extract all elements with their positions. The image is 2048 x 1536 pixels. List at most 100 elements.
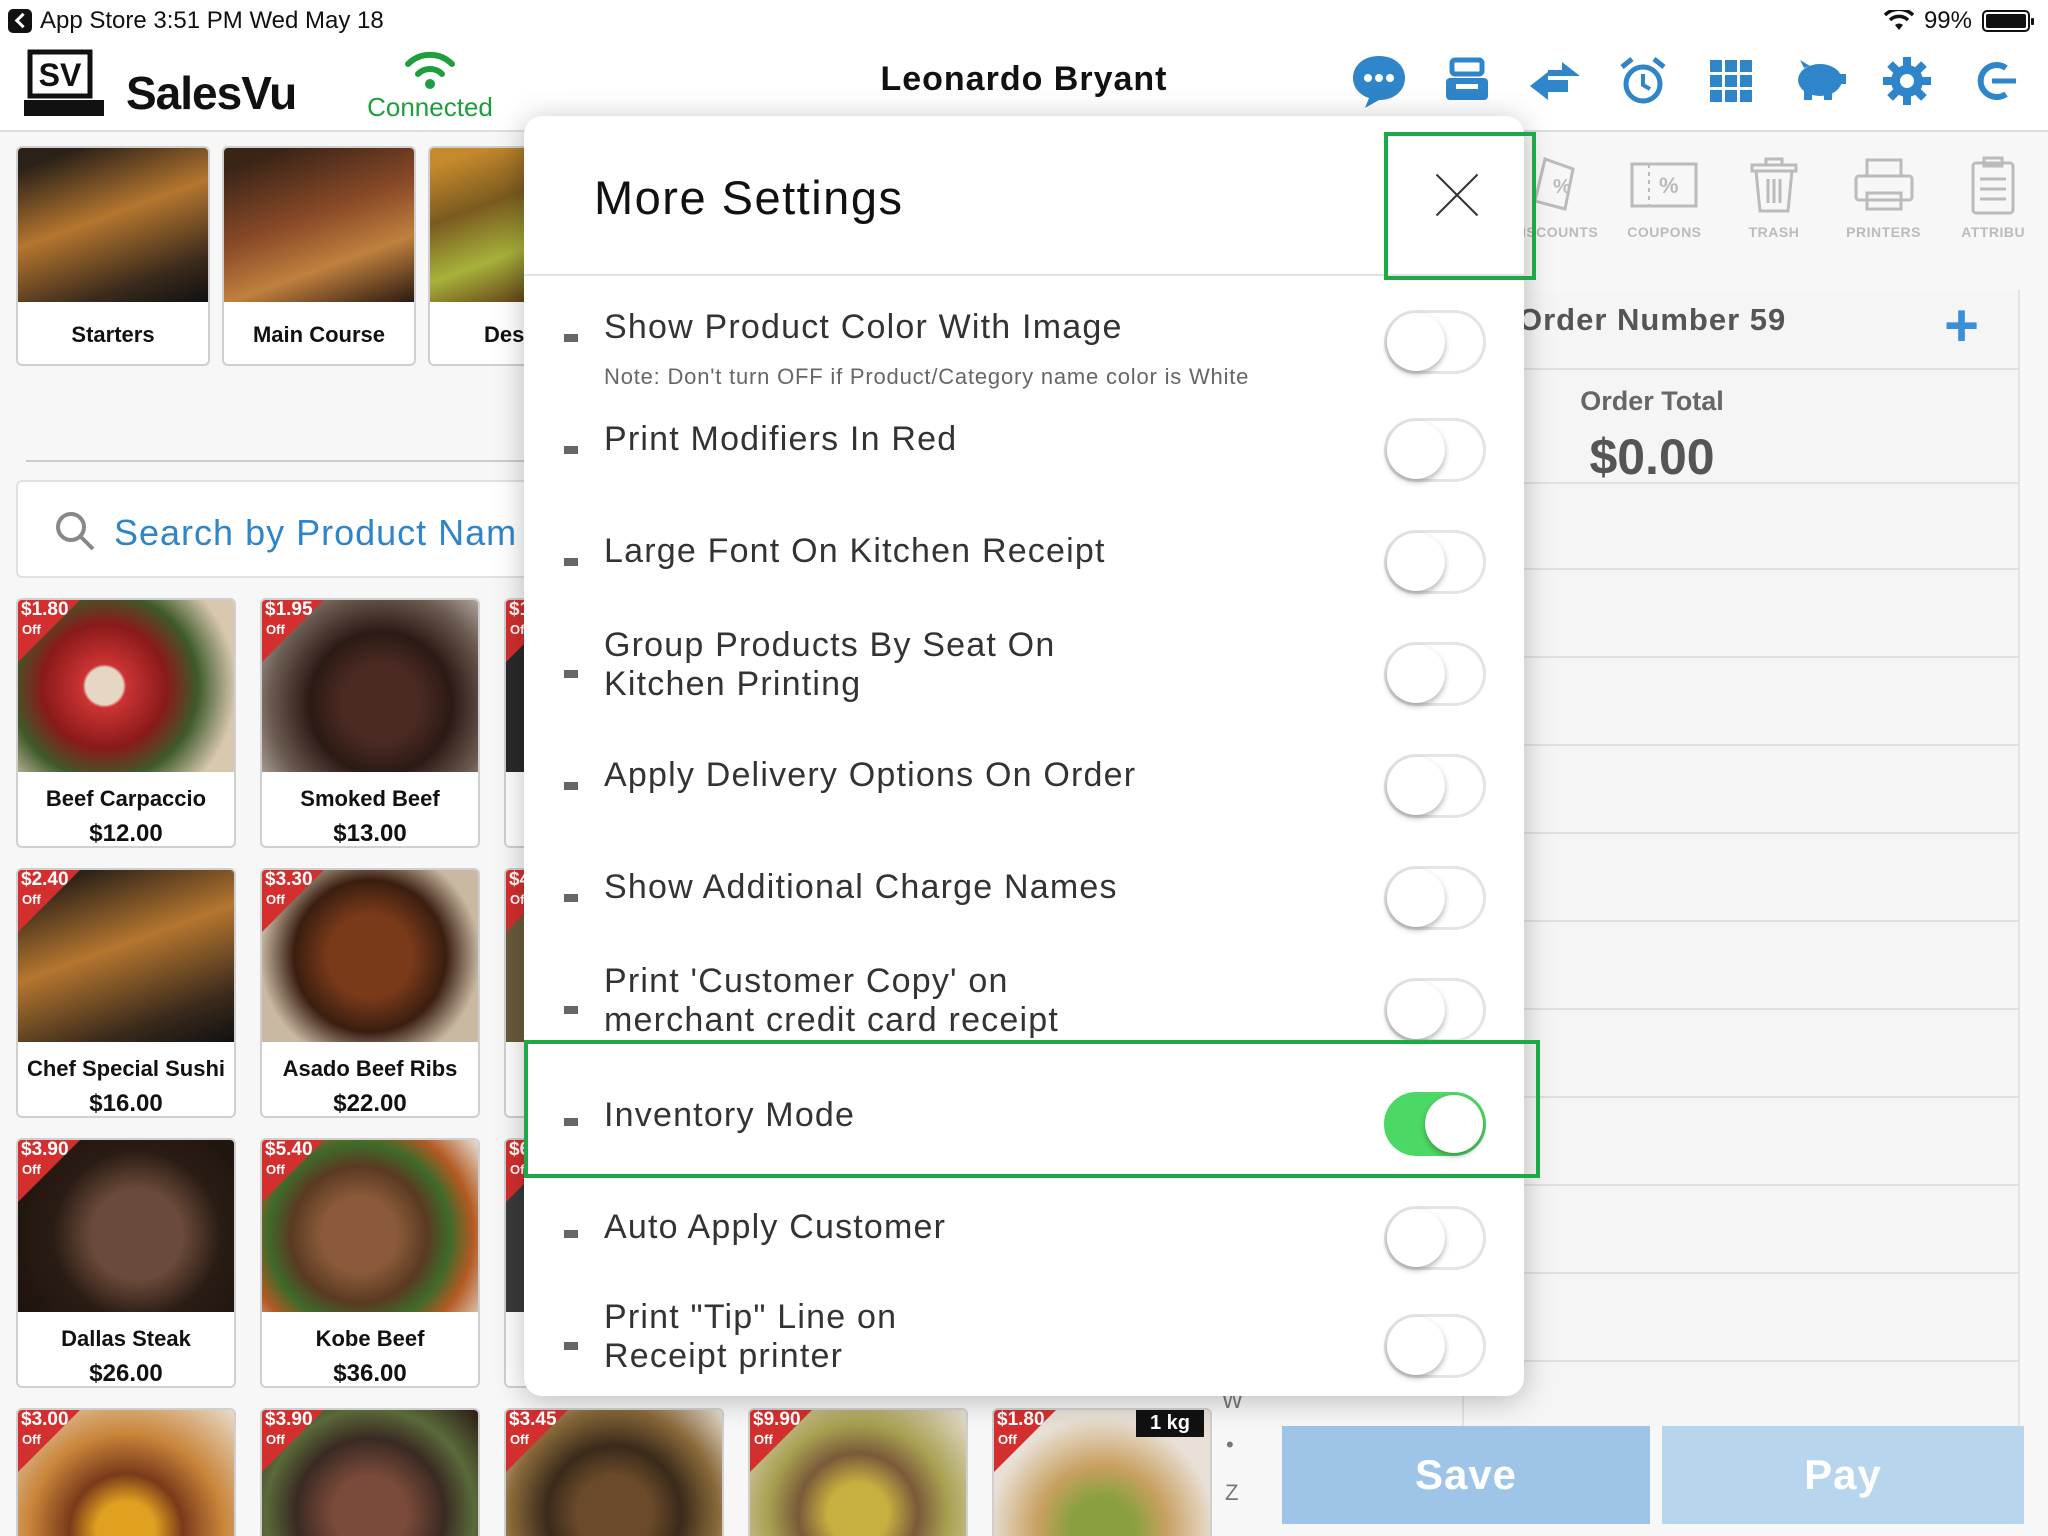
weight-badge: 1 kg (1135, 1410, 1204, 1437)
category-desserts[interactable]: Des (428, 146, 538, 366)
bullet-icon (564, 782, 578, 790)
bullet-icon (564, 894, 578, 902)
header-actions (1348, 50, 2026, 112)
product-tile[interactable]: $3.90 Off Dallas Steak $26.00 (16, 1138, 236, 1388)
setting-row: Show Product Color With Image Note: Don'… (524, 288, 1524, 396)
bullet-icon (564, 670, 578, 678)
divider (524, 274, 1524, 276)
tool-printers[interactable]: PRINTERS (1829, 146, 1939, 266)
setting-row: Large Font On Kitchen Receipt (524, 512, 1524, 620)
battery-percent: 99% (1923, 7, 1972, 34)
tool-label: PRINTERS (1846, 224, 1921, 240)
status-bar: App Store 3:51 PM Wed May 18 99% (0, 0, 2048, 40)
divider (1462, 656, 2020, 658)
setting-label: Large Font On Kitchen Receipt (604, 532, 1106, 570)
product-tile[interactable]: $2.40 Off Chef Special Sushi $16.00 (16, 868, 236, 1118)
discount-off-label: Off (22, 622, 41, 637)
setting-toggle[interactable] (1384, 418, 1486, 482)
discount-amount: $2.40 (21, 869, 69, 890)
product-name: Chef Special Sushi (26, 1056, 226, 1081)
bullet-icon (564, 334, 578, 342)
piggy-bank-icon[interactable] (1788, 50, 1850, 112)
pay-button[interactable]: Pay (1662, 1426, 2024, 1524)
product-tile[interactable]: $3.90 Off (260, 1408, 480, 1536)
divider (1462, 1096, 2020, 1098)
discount-off-label: Off (22, 1162, 41, 1177)
trash-icon (1750, 157, 1798, 213)
back-to-app-icon[interactable] (8, 9, 32, 33)
tool-attributes[interactable]: ATTRIBU (1938, 146, 2048, 266)
setting-label: Show Product Color With Image (604, 308, 1123, 346)
product-tile[interactable]: $1.95 Off Smoked Beef $13.00 (260, 598, 480, 848)
svg-text:%: % (1659, 173, 1679, 198)
more-settings-modal: More Settings Show Product Color With Im… (524, 116, 1524, 1396)
close-highlight (1384, 132, 1536, 280)
search-bar[interactable]: Search by Product Nam (16, 480, 556, 578)
battery-icon (1982, 10, 2034, 32)
register-icon[interactable] (1436, 50, 1498, 112)
setting-toggle[interactable] (1384, 978, 1486, 1042)
tool-coupons[interactable]: % COUPONS (1610, 146, 1720, 266)
setting-toggle[interactable] (1384, 310, 1486, 374)
product-tile[interactable]: $3.30 Off Asado Beef Ribs $22.00 (260, 868, 480, 1118)
bullet-icon (564, 1230, 578, 1238)
divider (26, 460, 526, 462)
product-tile[interactable]: $5.40 Off Kobe Beef $36.00 (260, 1138, 480, 1388)
product-tile[interactable]: $1.80 Off Beef Carpaccio $12.00 (16, 598, 236, 848)
discount-off-label: Off (266, 622, 285, 637)
search-input[interactable]: Search by Product Nam (114, 512, 517, 554)
bullet-icon (564, 558, 578, 566)
transfer-icon[interactable] (1524, 50, 1586, 112)
setting-row: Print Modifiers In Red (524, 400, 1524, 508)
divider (1462, 1184, 2020, 1186)
product-price: $16.00 (89, 1090, 163, 1117)
clipboard-icon (1971, 156, 2015, 215)
divider (1462, 832, 2020, 834)
chat-icon[interactable] (1348, 50, 1410, 112)
setting-label: Group Products By Seat On Kitchen Printi… (604, 626, 1056, 703)
discount-off-label: Of (510, 622, 525, 637)
product-tile[interactable]: $9.90 Off (748, 1408, 968, 1536)
setting-label: Print "Tip" Line on Receipt printer (604, 1298, 898, 1375)
add-order-icon[interactable]: + (1944, 296, 1979, 356)
product-tile[interactable]: $1.80 Off 1 kg (992, 1408, 1212, 1536)
alpha-index-dot[interactable]: • (1226, 1432, 1234, 1458)
category-main-course[interactable]: Main Course (222, 146, 416, 366)
alpha-index-z[interactable]: Z (1225, 1480, 1238, 1506)
setting-toggle[interactable] (1384, 866, 1486, 930)
setting-toggle[interactable] (1384, 1314, 1486, 1378)
divider (1462, 744, 2020, 746)
inventory-mode-highlight (524, 1040, 1540, 1178)
bullet-icon (564, 1342, 578, 1350)
discount-off-label: Off (998, 1432, 1017, 1447)
setting-toggle[interactable] (1384, 1206, 1486, 1270)
grid-icon[interactable] (1700, 50, 1762, 112)
setting-toggle[interactable] (1384, 642, 1486, 706)
setting-label: Show Additional Charge Names (604, 868, 1118, 906)
status-left-text: App Store 3:51 PM Wed May 18 (40, 7, 384, 34)
discount-amount: $1.80 (997, 1409, 1045, 1430)
category-starters[interactable]: Starters (16, 146, 210, 366)
category-image (18, 148, 208, 302)
discount-off-label: Off (22, 892, 41, 907)
alarm-icon[interactable] (1612, 50, 1674, 112)
product-tile[interactable]: $3.45 Off (504, 1408, 724, 1536)
setting-row: Group Products By Seat On Kitchen Printi… (524, 624, 1524, 732)
order-toolbar: % DISCOUNTS % COUPONS TRASH PRINTERS ATT… (1500, 146, 2048, 266)
setting-label: Print Modifiers In Red (604, 420, 958, 458)
divider (1462, 568, 2020, 570)
discount-amount: $3.30 (265, 869, 313, 890)
setting-toggle[interactable] (1384, 530, 1486, 594)
save-button[interactable]: Save (1282, 1426, 1650, 1524)
discount-amount: $1.80 (21, 599, 69, 620)
setting-row: Apply Delivery Options On Order (524, 736, 1524, 844)
setting-row: Show Additional Charge Names (524, 848, 1524, 956)
divider (1462, 1008, 2020, 1010)
setting-toggle[interactable] (1384, 754, 1486, 818)
gear-icon[interactable] (1876, 50, 1938, 112)
order-number: Order Number 59 (1518, 302, 1787, 337)
product-tile[interactable]: $3.00 Off (16, 1408, 236, 1536)
tool-label: COUPONS (1627, 224, 1702, 240)
logout-icon[interactable] (1964, 50, 2026, 112)
tool-trash[interactable]: TRASH (1719, 146, 1829, 266)
